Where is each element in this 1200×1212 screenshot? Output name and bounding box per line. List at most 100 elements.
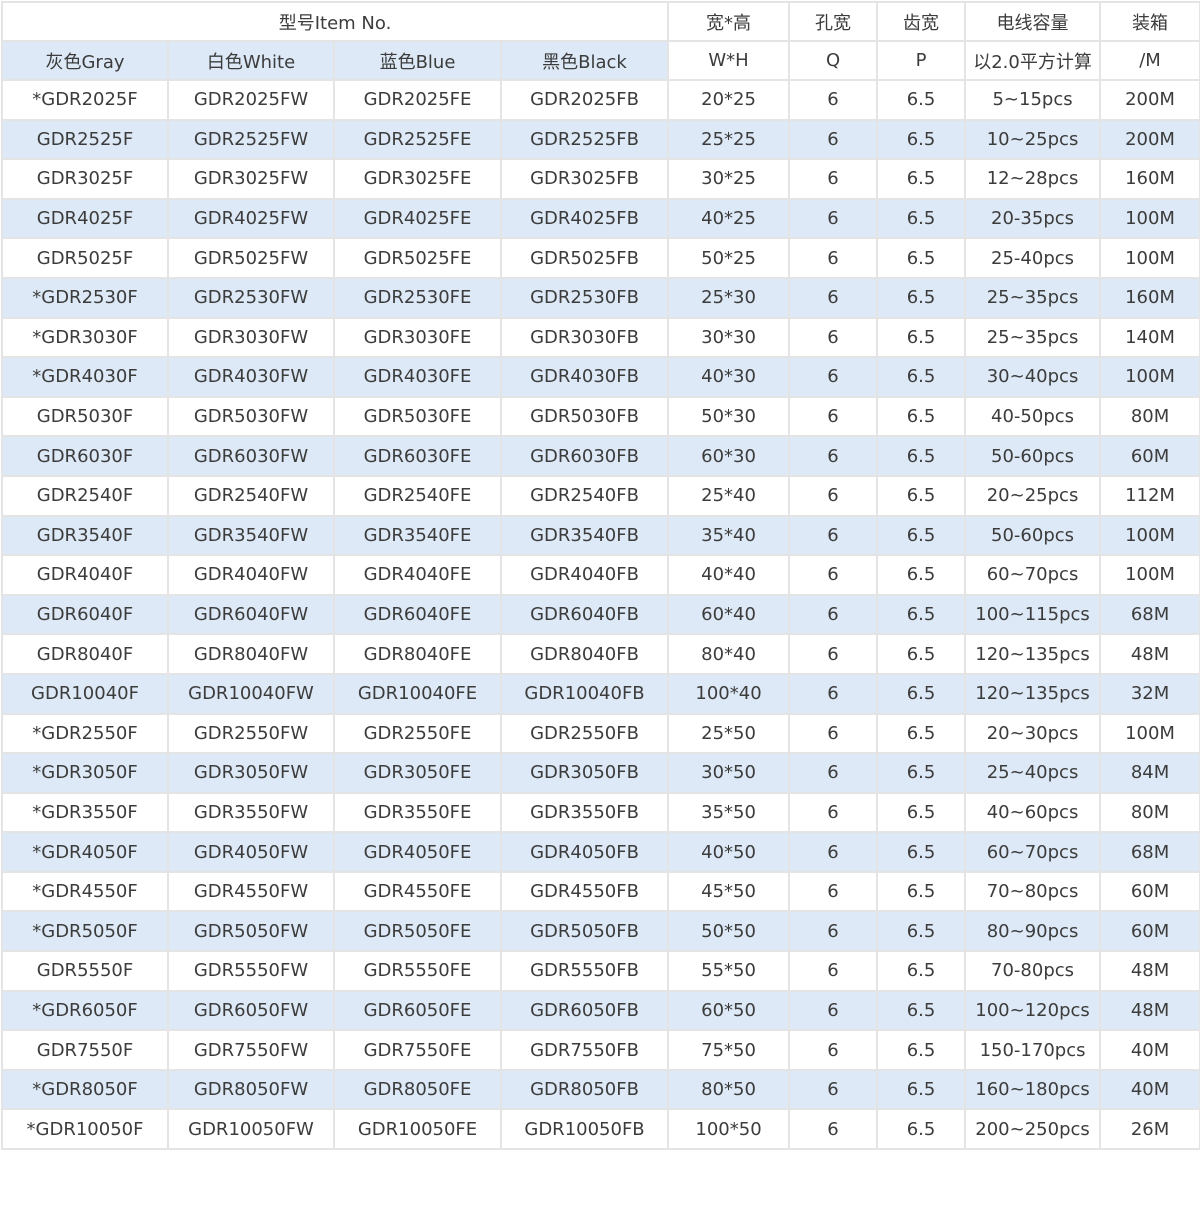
table-row: *GDR2025F GDR2025FW GDR2025FE GDR2025FB 20*2…: [1, 79, 1200, 121]
black-cell: GDR3050FB: [499, 752, 670, 794]
pack-cell: 40M: [1099, 1068, 1200, 1111]
table-row: *GDR10050F GDR10050FW GDR10050FE GDR10050FB…: [1, 1108, 1200, 1151]
tooth-cell: 6.5: [876, 910, 967, 953]
white-cell: GDR4030FW: [167, 356, 335, 398]
table-row: GDR3025F GDR3025FW GDR3025FE GDR3025FB 30*25…: [1, 158, 1200, 200]
pack-cell: 84M: [1099, 752, 1200, 794]
capacity-cell: 200~250pcs: [964, 1108, 1102, 1151]
gray-cell: GDR2525F: [1, 118, 169, 161]
gray-cell: *GDR3550F: [1, 791, 169, 834]
black-cell: GDR2540FB: [499, 474, 670, 517]
hole-cell: 6: [788, 276, 879, 319]
hole-cell: 6: [788, 989, 879, 1032]
size-cell: 50*25: [667, 237, 791, 279]
capacity-cell: 20~25pcs: [964, 474, 1102, 517]
gray-cell: GDR4040F: [1, 554, 169, 596]
size-cell: 25*25: [667, 118, 791, 161]
hole-cell: 6: [788, 831, 879, 873]
size-cell: 25*50: [667, 712, 791, 755]
gray-cell: *GDR8050F: [1, 1068, 169, 1111]
black-cell: GDR4030FB: [499, 356, 670, 398]
blue-cell: GDR2025FE: [333, 79, 502, 121]
tooth-cell: 6.5: [876, 118, 967, 161]
hole-cell: 6: [788, 118, 879, 161]
tooth-header-top: 齿宽: [876, 1, 967, 42]
black-cell: GDR6050FB: [499, 989, 670, 1032]
table-row: GDR3540F GDR3540FW GDR3540FE GDR3540FB 35*40…: [1, 514, 1200, 557]
pack-cell: 68M: [1099, 593, 1200, 636]
tooth-cell: 6.5: [876, 672, 967, 715]
capacity-header-bottom: 以2.0平方计算: [964, 40, 1102, 81]
table-row: GDR5550F GDR5550FW GDR5550FE GDR5550FB 55*50…: [1, 950, 1200, 992]
blue-cell: GDR5025FE: [333, 237, 502, 279]
gray-cell: *GDR2530F: [1, 276, 169, 319]
tooth-cell: 6.5: [876, 474, 967, 517]
table-row: GDR4040F GDR4040FW GDR4040FE GDR4040FB 40*40…: [1, 554, 1200, 596]
white-cell: GDR4040FW: [167, 554, 335, 596]
pack-cell: 100M: [1099, 356, 1200, 398]
pack-cell: 100M: [1099, 554, 1200, 596]
pack-cell: 80M: [1099, 395, 1200, 438]
gray-cell: GDR6040F: [1, 593, 169, 636]
pack-cell: 200M: [1099, 79, 1200, 121]
table-row: GDR2525F GDR2525FW GDR2525FE GDR2525FB 25*25…: [1, 118, 1200, 161]
blue-cell: GDR3540FE: [333, 514, 502, 557]
pack-cell: 60M: [1099, 870, 1200, 913]
white-cell: GDR3050FW: [167, 752, 335, 794]
black-cell: GDR2525FB: [499, 118, 670, 161]
pack-cell: 200M: [1099, 118, 1200, 161]
table-row: GDR5025F GDR5025FW GDR5025FE GDR5025FB 50*25…: [1, 237, 1200, 279]
black-cell: GDR2530FB: [499, 276, 670, 319]
gray-cell: GDR2540F: [1, 474, 169, 517]
hole-cell: 6: [788, 1068, 879, 1111]
tooth-cell: 6.5: [876, 435, 967, 477]
gray-cell: *GDR3030F: [1, 316, 169, 359]
size-cell: 50*50: [667, 910, 791, 953]
table-row: *GDR3550F GDR3550FW GDR3550FE GDR3550FB 35*5…: [1, 791, 1200, 834]
white-cell: GDR7550FW: [167, 1029, 335, 1071]
capacity-header-top: 电线容量: [964, 1, 1102, 42]
size-header-bottom: W*H: [667, 40, 791, 81]
white-cell: GDR2530FW: [167, 276, 335, 319]
table-row: *GDR5050F GDR5050FW GDR5050FE GDR5050FB 50*5…: [1, 910, 1200, 953]
white-cell: GDR4025FW: [167, 197, 335, 240]
pack-cell: 140M: [1099, 316, 1200, 359]
capacity-cell: 10~25pcs: [964, 118, 1102, 161]
gray-cell: *GDR2025F: [1, 79, 169, 121]
table-row: GDR8040F GDR8040FW GDR8040FE GDR8040FB 80*40…: [1, 633, 1200, 675]
hole-header-bottom: Q: [788, 40, 879, 81]
blue-cell: GDR6030FE: [333, 435, 502, 477]
tooth-cell: 6.5: [876, 237, 967, 279]
black-cell: GDR5025FB: [499, 237, 670, 279]
capacity-cell: 120~135pcs: [964, 633, 1102, 675]
blue-cell: GDR8050FE: [333, 1068, 502, 1111]
hole-cell: 6: [788, 158, 879, 200]
gray-cell: GDR8040F: [1, 633, 169, 675]
white-cell: GDR2550FW: [167, 712, 335, 755]
capacity-cell: 20~30pcs: [964, 712, 1102, 755]
table-row: *GDR2530F GDR2530FW GDR2530FE GDR2530FB 25*3…: [1, 276, 1200, 319]
black-cell: GDR10040FB: [499, 672, 670, 715]
hole-cell: 6: [788, 1029, 879, 1071]
size-cell: 40*25: [667, 197, 791, 240]
header-row-top: 型号Item No. 宽*高 孔宽 齿宽 电线容量 装箱: [0, 1, 1200, 42]
gray-cell: *GDR4050F: [1, 831, 169, 873]
table-row: GDR2540F GDR2540FW GDR2540FE GDR2540FB 25*40…: [1, 474, 1200, 517]
size-cell: 40*30: [667, 356, 791, 398]
tooth-cell: 6.5: [876, 989, 967, 1032]
pack-cell: 60M: [1099, 910, 1200, 953]
table-row: GDR6040F GDR6040FW GDR6040FE GDR6040FB 60*40…: [1, 593, 1200, 636]
black-cell: GDR4025FB: [499, 197, 670, 240]
tooth-cell: 6.5: [876, 1108, 967, 1151]
size-header-top: 宽*高: [667, 1, 791, 42]
capacity-cell: 80~90pcs: [964, 910, 1102, 953]
hole-cell: 6: [788, 791, 879, 834]
tooth-cell: 6.5: [876, 514, 967, 557]
pack-cell: 48M: [1099, 989, 1200, 1032]
capacity-cell: 70~80pcs: [964, 870, 1102, 913]
capacity-cell: 100~115pcs: [964, 593, 1102, 636]
table-row: GDR7550F GDR7550FW GDR7550FE GDR7550FB 75*50…: [1, 1029, 1200, 1071]
gray-cell: GDR10040F: [1, 672, 169, 715]
white-cell: GDR10040FW: [167, 672, 335, 715]
blue-cell: GDR5050FE: [333, 910, 502, 953]
